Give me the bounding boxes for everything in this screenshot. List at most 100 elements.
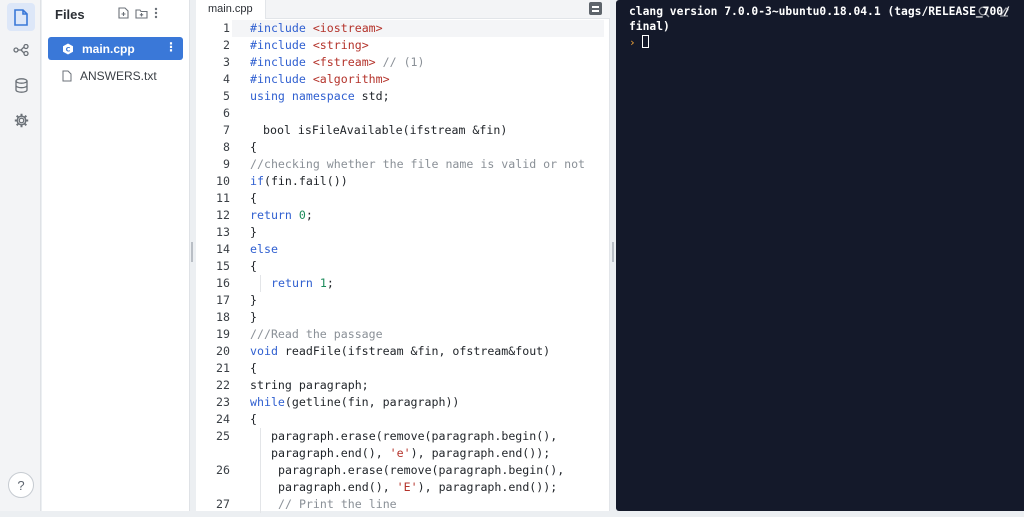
new-folder-icon[interactable] — [135, 8, 148, 19]
console-prompt: › — [629, 36, 636, 49]
line-number: 12 — [216, 208, 230, 222]
line-number: 7 — [223, 123, 230, 137]
line-number: 14 — [216, 242, 230, 256]
line-number: 18 — [216, 310, 230, 324]
code-text: while(getline(fin, paragraph)) — [250, 395, 460, 409]
editor-menu-icon[interactable] — [589, 2, 602, 15]
version-control-icon[interactable] — [7, 36, 35, 64]
line-number: 9 — [223, 157, 230, 171]
console-resize-handle[interactable] — [612, 242, 614, 262]
code-line: 18} — [196, 309, 610, 326]
files-panel: Files C main.cpp ⋮ ANSWERS.txt — [42, 0, 190, 511]
line-number: 10 — [216, 174, 230, 188]
line-number: 24 — [216, 412, 230, 426]
help-button[interactable]: ? — [8, 472, 34, 498]
line-number: 4 — [223, 72, 230, 86]
code-line: 11 { — [196, 190, 610, 207]
code-line: 2 #include <string> — [196, 37, 610, 54]
code-line: 15 { — [196, 258, 610, 275]
code-line: 24 { — [196, 411, 610, 428]
code-text: void readFile(ifstream &fin, ofstream&fo… — [250, 344, 551, 358]
console-cursor[interactable] — [642, 35, 649, 48]
code-text: return 1; — [271, 276, 334, 290]
line-number: 16 — [216, 276, 230, 290]
file-item-answers-txt[interactable]: ANSWERS.txt — [48, 64, 183, 87]
code-line: 3 #include <fstream> // (1) — [196, 54, 610, 71]
line-number: 3 — [223, 55, 230, 69]
file-name: ANSWERS.txt — [80, 68, 157, 83]
line-number: 15 — [216, 259, 230, 273]
code-text: { — [250, 412, 257, 426]
code-line: 26 paragraph.erase(remove(paragraph.begin… — [196, 462, 610, 496]
file-options-icon[interactable]: ⋮ — [165, 40, 177, 54]
code-text: { — [250, 191, 257, 205]
more-options-icon[interactable] — [154, 7, 158, 19]
line-number: 20 — [216, 344, 230, 358]
line-number: 11 — [216, 191, 230, 205]
line-number: 23 — [216, 395, 230, 409]
code-line: 21 { — [196, 360, 610, 377]
file-item-main-cpp[interactable]: C main.cpp ⋮ — [48, 37, 183, 60]
code-text: } — [250, 310, 257, 324]
code-text: #include <iostream> — [250, 21, 383, 35]
code-line: 5 using namespace std; — [196, 88, 610, 105]
line-number: 27 — [216, 497, 230, 511]
database-icon[interactable] — [7, 71, 35, 99]
files-icon[interactable] — [7, 3, 35, 31]
code-line: 20 void readFile(ifstream &fin, ofstream&… — [196, 343, 610, 360]
code-text: { — [250, 361, 257, 375]
code-line: 19 ///Read the passage — [196, 326, 610, 343]
line-number: 5 — [223, 89, 230, 103]
line-number: 19 — [216, 327, 230, 341]
console-panel[interactable]: clang version 7.0.0-3~ubuntu0.18.04.1 (t… — [616, 0, 1024, 511]
file-name: main.cpp — [82, 41, 135, 56]
code-line: 25 paragraph.erase(remove(paragraph.begin… — [196, 428, 610, 462]
settings-gear-icon[interactable] — [7, 106, 35, 134]
tab-main-cpp[interactable]: main.cpp — [196, 0, 266, 19]
code-text: return 0; — [250, 208, 313, 222]
console-tools — [978, 6, 1010, 18]
code-text: ///Read the passage — [250, 327, 383, 341]
code-editor[interactable]: main.cpp 1 #include <iostream> 2 #include … — [196, 0, 610, 513]
code-line: 12 return 0; — [196, 207, 610, 224]
code-line: 7 bool isFileAvailable(ifstream &fin) — [196, 122, 610, 139]
code-text: //checking whether the file name is vali… — [250, 157, 586, 171]
code-line: 4 #include <algorithm> — [196, 71, 610, 88]
code-text: #include <algorithm> — [250, 72, 390, 86]
line-number: 25 — [216, 429, 230, 443]
code-line: 8{ — [196, 139, 610, 156]
line-number: 21 — [216, 361, 230, 375]
code-text: { — [250, 140, 257, 154]
line-number: 1 — [223, 21, 230, 35]
search-icon[interactable] — [978, 6, 990, 18]
code-line: 23 while(getline(fin, paragraph)) — [196, 394, 610, 411]
code-line: 10 if(fin.fail()) — [196, 173, 610, 190]
code-line: 22 string paragraph; — [196, 377, 610, 394]
code-line: 27 // Print the line — [196, 496, 610, 513]
editor-tabbar: main.cpp — [196, 0, 610, 19]
clear-console-icon[interactable] — [998, 6, 1010, 18]
code-text: // Print the line — [278, 497, 397, 511]
code-text: #include <string> — [250, 38, 369, 52]
code-line: 6 — [196, 105, 610, 122]
code-text: { — [250, 259, 257, 273]
code-text: using namespace std; — [250, 89, 390, 103]
code-text: bool isFileAvailable(ifstream &fin) — [263, 123, 508, 137]
code-text: } — [250, 293, 257, 307]
code-line: 1 #include <iostream> — [196, 20, 610, 37]
line-number: 17 — [216, 293, 230, 307]
code-line: 17} — [196, 292, 610, 309]
panel-resize-handle[interactable] — [191, 242, 193, 262]
files-actions — [118, 7, 158, 19]
code-text: paragraph.erase(remove(paragraph.begin()… — [278, 463, 565, 494]
code-lines[interactable]: 1 #include <iostream> 2 #include <string> … — [196, 20, 610, 513]
line-number: 2 — [223, 38, 230, 52]
line-number: 22 — [216, 378, 230, 392]
text-file-icon — [62, 70, 72, 81]
code-line: 14 else — [196, 241, 610, 258]
line-number: 13 — [216, 225, 230, 239]
cpp-file-icon: C — [63, 43, 73, 54]
new-file-icon[interactable] — [118, 7, 129, 19]
line-number: 26 — [216, 463, 230, 477]
code-text: if(fin.fail()) — [250, 174, 348, 188]
